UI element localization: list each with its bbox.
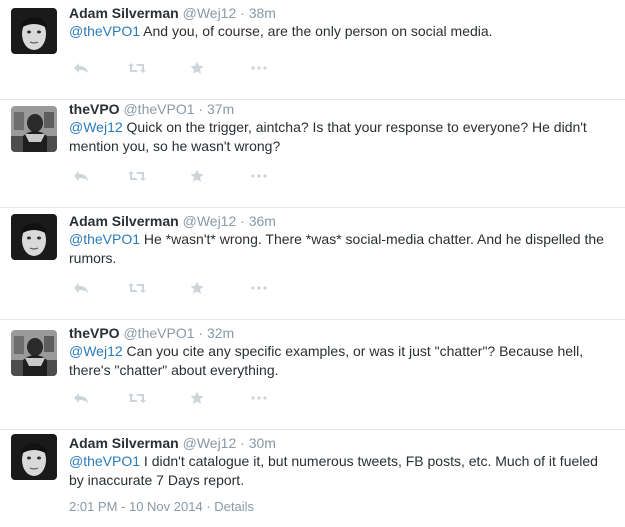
separator: ·	[198, 325, 204, 341]
mention-link[interactable]: @theVPO1	[69, 23, 140, 39]
tweet-header: Adam Silverman @Wej12 · 36m	[69, 212, 613, 230]
mention-link[interactable]: @theVPO1	[69, 453, 140, 469]
avatar[interactable]	[11, 214, 57, 260]
tweet-body: I didn't catalogue it, but numerous twee…	[69, 453, 598, 488]
separator: ·	[240, 5, 245, 21]
tweet-header: theVPO @theVPO1 · 37m	[69, 100, 613, 118]
favorite-icon[interactable]	[185, 388, 209, 408]
tweet-body: He *wasn't* wrong. There *was* social-me…	[69, 231, 604, 266]
tweet: Adam Silverman @Wej12 · 38m @theVPO1 And…	[0, 0, 625, 100]
author-handle[interactable]: @Wej12	[183, 213, 237, 229]
reply-icon[interactable]	[69, 388, 93, 408]
full-timestamp: 2:01 PM - 10 Nov 2014	[69, 499, 203, 514]
reply-icon[interactable]	[69, 278, 93, 298]
author-name[interactable]: Adam Silverman	[69, 435, 179, 451]
tweet-text: @theVPO1 And you, of course, are the onl…	[69, 22, 613, 41]
more-icon[interactable]	[247, 166, 271, 186]
more-icon[interactable]	[247, 388, 271, 408]
retweet-icon[interactable]	[125, 388, 149, 408]
tweet-footer: 2:01 PM - 10 Nov 2014 · Details	[69, 498, 254, 516]
tweet-body: Can you cite any specific examples, or w…	[69, 343, 584, 378]
reply-icon[interactable]	[69, 166, 93, 186]
retweet-icon[interactable]	[125, 58, 149, 78]
tweet: Adam Silverman @Wej12 · 36m @theVPO1 He …	[0, 208, 625, 320]
mention-link[interactable]: @Wej12	[69, 343, 123, 359]
tweet-text: @Wej12 Quick on the trigger, aintcha? Is…	[69, 118, 613, 156]
tweet-header: theVPO @theVPO1 · 32m	[69, 324, 613, 342]
separator: ·	[206, 499, 211, 514]
author-name[interactable]: Adam Silverman	[69, 5, 179, 21]
tweet-time[interactable]: 30m	[249, 435, 276, 451]
tweet-text: @theVPO1 He *wasn't* wrong. There *was* …	[69, 230, 613, 268]
avatar[interactable]	[11, 330, 57, 376]
author-handle[interactable]: @Wej12	[183, 435, 237, 451]
tweet-body: Quick on the trigger, aintcha? Is that y…	[69, 119, 587, 154]
tweet: theVPO @theVPO1 · 32m @Wej12 Can you cit…	[0, 320, 625, 430]
tweet: theVPO @theVPO1 · 37m @Wej12 Quick on th…	[0, 96, 625, 208]
retweet-icon[interactable]	[125, 166, 149, 186]
author-handle[interactable]: @theVPO1	[123, 325, 194, 341]
author-handle[interactable]: @theVPO1	[123, 101, 194, 117]
author-name[interactable]: theVPO	[69, 101, 120, 117]
avatar[interactable]	[11, 106, 57, 152]
tweet-body: And you, of course, are the only person …	[140, 23, 493, 39]
favorite-icon[interactable]	[185, 166, 209, 186]
tweet-time[interactable]: 32m	[207, 325, 234, 341]
author-name[interactable]: Adam Silverman	[69, 213, 179, 229]
tweet-header: Adam Silverman @Wej12 · 30m	[69, 434, 613, 452]
retweet-icon[interactable]	[125, 278, 149, 298]
author-name[interactable]: theVPO	[69, 325, 120, 341]
reply-icon[interactable]	[69, 58, 93, 78]
details-link[interactable]: Details	[214, 499, 254, 514]
tweet-time[interactable]: 37m	[207, 101, 234, 117]
separator: ·	[240, 213, 245, 229]
favorite-icon[interactable]	[185, 278, 209, 298]
separator: ·	[240, 435, 245, 451]
tweet-time[interactable]: 38m	[249, 5, 276, 21]
separator: ·	[198, 101, 204, 117]
author-handle[interactable]: @Wej12	[183, 5, 237, 21]
mention-link[interactable]: @Wej12	[69, 119, 123, 135]
avatar[interactable]	[11, 8, 57, 54]
more-icon[interactable]	[247, 58, 271, 78]
avatar[interactable]	[11, 434, 57, 480]
tweet-time[interactable]: 36m	[249, 213, 276, 229]
mention-link[interactable]: @theVPO1	[69, 231, 140, 247]
tweet-text: @theVPO1 I didn't catalogue it, but nume…	[69, 452, 613, 490]
tweet-text: @Wej12 Can you cite any specific example…	[69, 342, 613, 380]
more-icon[interactable]	[247, 278, 271, 298]
tweet-header: Adam Silverman @Wej12 · 38m	[69, 4, 613, 22]
favorite-icon[interactable]	[185, 58, 209, 78]
